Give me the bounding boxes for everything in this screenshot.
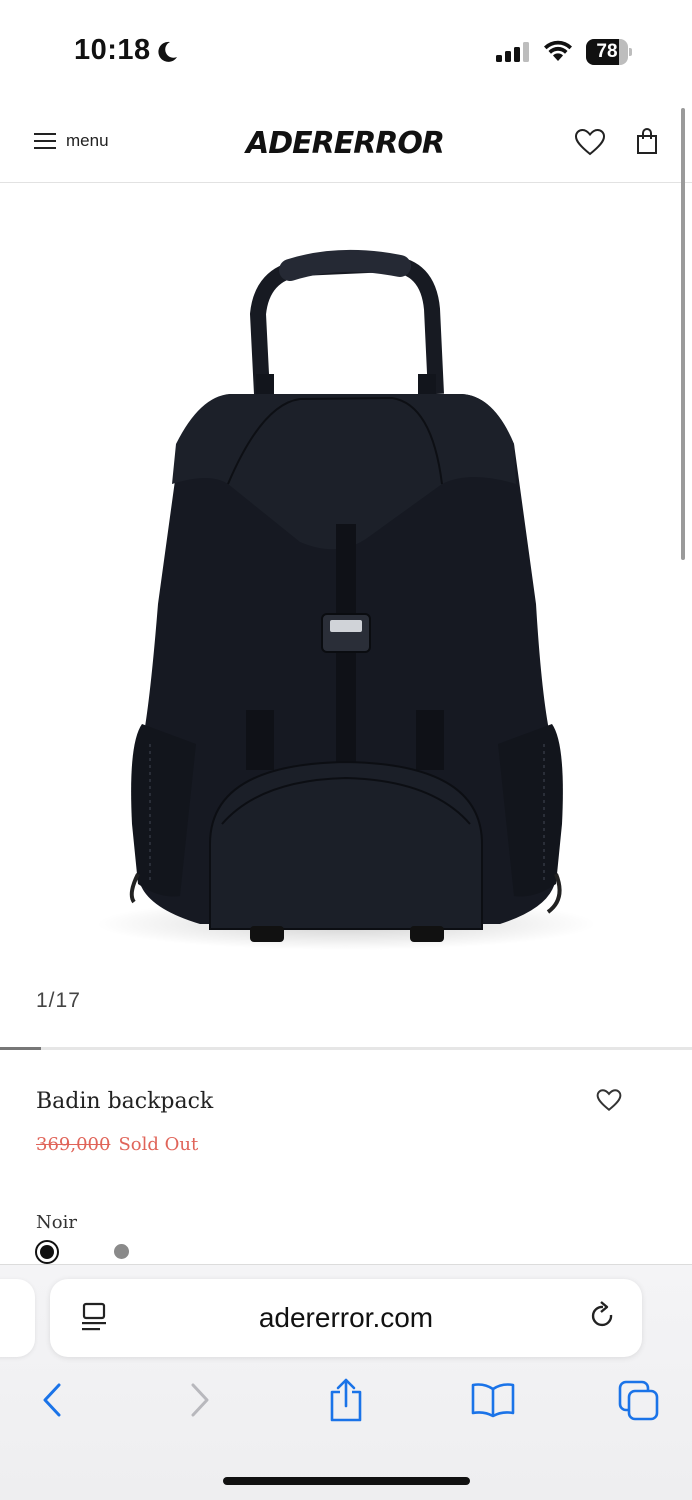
status-bar: 10:18 78 bbox=[0, 0, 692, 100]
price-row: 369,000 Sold Out bbox=[36, 1134, 198, 1155]
battery-indicator: 78 bbox=[586, 39, 632, 65]
brand-logo[interactable]: ADERERROR bbox=[246, 126, 445, 161]
page-scrollbar[interactable] bbox=[681, 108, 685, 560]
battery-level: 78 bbox=[596, 41, 618, 62]
back-icon[interactable] bbox=[38, 1382, 66, 1418]
tabs-icon[interactable] bbox=[618, 1380, 660, 1422]
reload-icon[interactable] bbox=[589, 1301, 617, 1333]
image-counter: 1/17 bbox=[36, 989, 81, 1012]
bookmarks-icon[interactable] bbox=[470, 1382, 516, 1418]
share-icon[interactable] bbox=[328, 1378, 364, 1422]
product-name: Badin backpack bbox=[36, 1089, 214, 1114]
forward-icon[interactable] bbox=[186, 1382, 214, 1418]
sold-out-badge: Sold Out bbox=[118, 1134, 199, 1155]
gallery-progress-fill bbox=[0, 1047, 41, 1050]
color-label: Noir bbox=[36, 1212, 77, 1233]
menu-label: menu bbox=[66, 131, 109, 150]
cellular-signal-icon bbox=[496, 42, 529, 62]
heart-icon[interactable] bbox=[596, 1088, 622, 1112]
product-image[interactable] bbox=[0, 184, 692, 1044]
color-swatch-grey[interactable] bbox=[114, 1244, 129, 1259]
heart-icon[interactable] bbox=[574, 128, 606, 156]
menu-button[interactable]: menu bbox=[34, 128, 109, 154]
status-time: 10:18 bbox=[74, 34, 151, 66]
original-price: 369,000 bbox=[36, 1134, 111, 1155]
shopping-bag-icon[interactable] bbox=[636, 127, 658, 155]
moon-icon bbox=[158, 41, 177, 62]
home-indicator[interactable] bbox=[223, 1477, 470, 1485]
gallery-progress bbox=[0, 1047, 692, 1050]
menu-icon bbox=[34, 133, 56, 149]
wifi-icon bbox=[544, 40, 572, 61]
site-header: menu ADERERROR bbox=[0, 100, 692, 183]
color-swatch-noir[interactable] bbox=[35, 1240, 59, 1264]
